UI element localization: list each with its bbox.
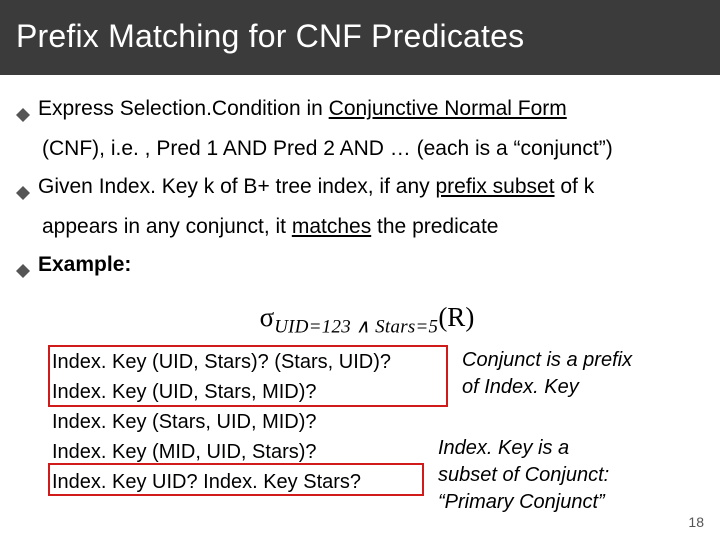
annotation-1-line-1: Conjunct is a prefix [462, 349, 632, 371]
bullet-2: Given Index. Key k of B+ tree index, if … [16, 171, 704, 243]
example-line-3: Index. Key (Stars, UID, MID)? [52, 407, 704, 437]
diamond-icon [16, 256, 30, 289]
example-area: Index. Key (UID, Stars)? (Stars, UID)? I… [52, 347, 704, 497]
bullet-2-underlined: prefix subset [435, 175, 554, 198]
annotation-2-line-2: subset of Conjunct: [438, 464, 609, 486]
sigma-formula: σUID=123 ∧ Stars=5(R) [30, 297, 704, 342]
page-number: 18 [688, 514, 704, 530]
bullet-2-post: of k [555, 175, 595, 198]
bullet-1-pre: Express Selection.Condition in [38, 97, 329, 120]
annotation-1-line-2: of Index. Key [462, 376, 579, 398]
annotation-1: Conjunct is a prefix of Index. Key [462, 347, 672, 401]
sigma-subscript: UID=123 ∧ Stars=5 [274, 316, 438, 337]
bullet-2-text: Given Index. Key k of B+ tree index, if … [38, 171, 704, 204]
bullet-2-pre: Given Index. Key k of B+ tree index, if … [38, 175, 435, 198]
annotation-2-line-1: Index. Key is a [438, 437, 569, 459]
diamond-icon [16, 178, 30, 211]
annotation-2-line-3: “Primary Conjunct” [438, 491, 605, 513]
slide-title: Prefix Matching for CNF Predicates [16, 18, 704, 55]
slide: Prefix Matching for CNF Predicates Expre… [0, 0, 720, 540]
bullet-3: Example: [16, 249, 704, 289]
bullet-2-cont-pre: appears in any conjunct, it [42, 215, 292, 238]
content-area: Express Selection.Condition in Conjuncti… [0, 75, 720, 497]
bullet-3-label: Example: [38, 249, 704, 282]
title-bar: Prefix Matching for CNF Predicates [0, 0, 720, 75]
bullet-2-continuation: appears in any conjunct, it matches the … [16, 211, 704, 244]
diamond-icon [16, 100, 30, 133]
bullet-1-underlined: Conjunctive Normal Form [329, 97, 567, 120]
bullet-2-cont-under: matches [292, 215, 371, 238]
sigma-symbol: σ [260, 302, 275, 332]
sigma-arg: (R) [438, 302, 474, 332]
bullet-1-continuation: (CNF), i.e. , Pred 1 AND Pred 2 AND … (e… [16, 133, 704, 166]
bullet-2-cont-post: the predicate [371, 215, 498, 238]
bullet-1: Express Selection.Condition in Conjuncti… [16, 93, 704, 165]
annotation-2: Index. Key is a subset of Conjunct: “Pri… [438, 435, 658, 516]
bullet-1-text: Express Selection.Condition in Conjuncti… [38, 93, 704, 126]
